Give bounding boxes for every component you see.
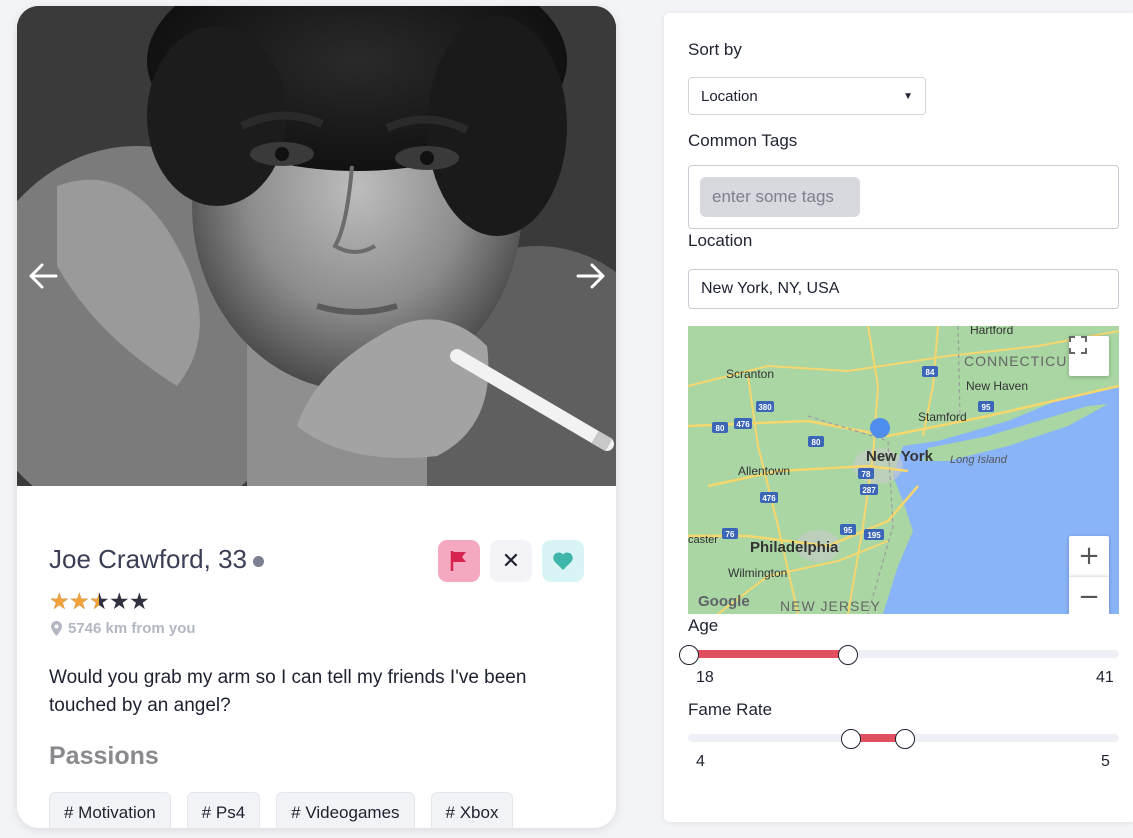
report-button[interactable] bbox=[438, 540, 480, 582]
star-icon: ★ bbox=[109, 589, 130, 615]
dislike-button[interactable]: ✕ bbox=[490, 540, 532, 582]
map-label-philadelphia: Philadelphia bbox=[750, 539, 839, 556]
location-input[interactable] bbox=[688, 269, 1119, 309]
location-marker bbox=[870, 418, 890, 438]
common-tags-label: Common Tags bbox=[688, 131, 798, 150]
map-label-long-island: Long Island bbox=[950, 454, 1008, 466]
tags-input[interactable] bbox=[700, 177, 860, 217]
fame-min-thumb[interactable] bbox=[840, 729, 861, 749]
age-max-value: 41 bbox=[1096, 669, 1114, 686]
location-map[interactable]: 84 380 476 80 80 95 78 287 476 76 95 195… bbox=[688, 326, 1119, 614]
profile-name-age: Joe Crawford, 33 bbox=[49, 544, 264, 575]
age-min-thumb[interactable] bbox=[679, 645, 699, 665]
map-shield: 76 bbox=[726, 530, 735, 539]
star-fill: ★ bbox=[89, 590, 99, 614]
passion-tags: # Motivation # Ps4 # Videogames # Xbox bbox=[49, 792, 514, 828]
passion-tag: # Xbox bbox=[430, 792, 514, 828]
age-slider-range bbox=[688, 650, 848, 658]
location-pin-icon bbox=[51, 621, 62, 636]
profile-actions: ✕ bbox=[438, 540, 584, 582]
profile-photo bbox=[17, 6, 616, 486]
fullscreen-button[interactable] bbox=[1069, 336, 1109, 376]
zoom-in-button[interactable]: + bbox=[1069, 536, 1109, 576]
close-icon: ✕ bbox=[501, 548, 521, 574]
map-label-connecticut: CONNECTICU bbox=[964, 353, 1067, 369]
map-shield: 476 bbox=[736, 420, 750, 429]
map-label-lancaster: caster bbox=[688, 534, 718, 546]
star-fill: ★ bbox=[49, 590, 69, 614]
previous-photo-arrow-icon[interactable] bbox=[23, 256, 63, 296]
map-shield: 287 bbox=[862, 486, 876, 495]
map-label-new-york: New York bbox=[866, 448, 934, 465]
passion-tag: # Motivation bbox=[49, 792, 171, 828]
passion-tag: # Videogames bbox=[276, 792, 415, 828]
map-label-allentown: Allentown bbox=[738, 464, 790, 478]
map-shield: 84 bbox=[926, 368, 935, 377]
map-label-hartford: Hartford bbox=[970, 326, 1013, 337]
star-icon: ★★ bbox=[89, 589, 110, 615]
age-min-value: 18 bbox=[696, 669, 714, 686]
fame-max-value: 5 bbox=[1101, 753, 1110, 770]
google-logo: Google bbox=[698, 593, 750, 610]
map-label-new-jersey: NEW JERSEY bbox=[780, 598, 881, 614]
fullscreen-icon bbox=[1069, 336, 1087, 354]
age-max-thumb[interactable] bbox=[838, 645, 859, 665]
next-photo-arrow-icon[interactable] bbox=[571, 256, 611, 296]
map-shield: 95 bbox=[982, 403, 991, 412]
star-fill: ★ bbox=[69, 590, 89, 614]
distance-info: 5746 km from you bbox=[51, 620, 196, 637]
like-button[interactable] bbox=[542, 540, 584, 582]
age-label: Age bbox=[688, 616, 719, 635]
fame-min-value: 4 bbox=[696, 753, 705, 770]
star-icon: ★ bbox=[129, 589, 150, 615]
heart-icon bbox=[553, 552, 573, 570]
caret-down-icon: ▼ bbox=[903, 90, 913, 102]
fame-rate-label: Fame Rate bbox=[688, 700, 773, 719]
location-label: Location bbox=[688, 231, 753, 250]
map-shield: 476 bbox=[762, 494, 776, 503]
sort-by-value: Location bbox=[701, 87, 758, 105]
map-shield: 80 bbox=[716, 424, 725, 433]
name-age-text: Joe Crawford, 33 bbox=[49, 544, 247, 574]
star-icon: ★★ bbox=[49, 589, 70, 615]
map-shield: 95 bbox=[844, 526, 853, 535]
distance-text: 5746 km from you bbox=[68, 620, 196, 637]
map-label-wilmington: Wilmington bbox=[728, 566, 787, 580]
profile-card: Joe Crawford, 33 ✕ ★★★★★★★★ 5746 km from… bbox=[17, 6, 616, 828]
map-label-new-haven: New Haven bbox=[966, 379, 1028, 393]
profile-bio: Would you grab my arm so I can tell my f… bbox=[49, 667, 527, 716]
fame-max-thumb[interactable] bbox=[894, 729, 915, 749]
map-shield: 380 bbox=[758, 403, 772, 412]
zoom-out-button[interactable]: − bbox=[1069, 576, 1109, 614]
sort-by-label: Sort by bbox=[688, 40, 742, 59]
age-slider[interactable] bbox=[688, 650, 1119, 658]
plus-icon: + bbox=[1078, 541, 1100, 571]
rating-stars: ★★★★★★★★ bbox=[49, 589, 150, 615]
online-status-dot bbox=[252, 555, 264, 567]
filter-panel: Sort by Location ▼ Common Tags Location bbox=[664, 13, 1133, 822]
map-shield: 195 bbox=[867, 531, 881, 540]
passions-heading: Passions bbox=[49, 742, 159, 770]
map-label-scranton: Scranton bbox=[726, 367, 774, 381]
map-shield: 80 bbox=[812, 438, 821, 447]
map-label-stamford: Stamford bbox=[918, 410, 967, 424]
sort-by-select[interactable]: Location ▼ bbox=[688, 77, 926, 115]
map-shield: 78 bbox=[862, 470, 871, 479]
minus-icon: − bbox=[1078, 582, 1100, 612]
flag-icon bbox=[450, 551, 466, 571]
passion-tag: # Ps4 bbox=[186, 792, 261, 828]
common-tags-box bbox=[688, 165, 1119, 229]
star-icon: ★★ bbox=[69, 589, 90, 615]
